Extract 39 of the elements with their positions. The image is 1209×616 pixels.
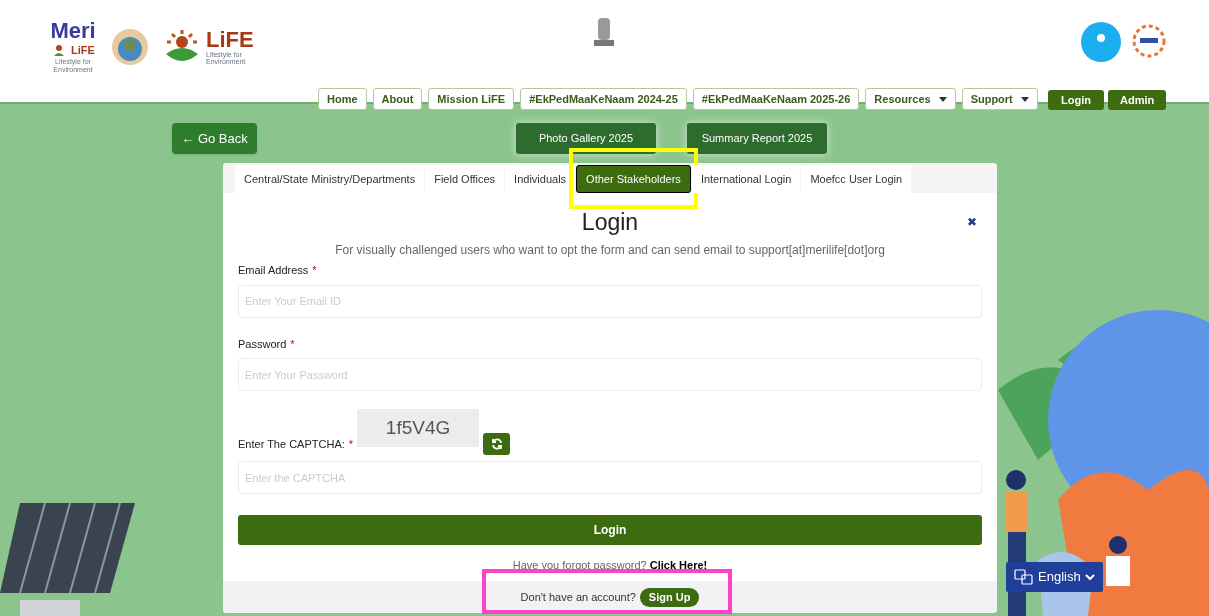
field-label: Email Address [238,263,309,278]
go-back-button[interactable]: ← Go Back [172,123,257,154]
login-tab[interactable]: Moefcc User Login [801,165,912,193]
login-tab[interactable]: Individuals [505,165,576,193]
nav-link[interactable]: Resources [865,88,956,110]
header-action-button[interactable]: Admin [1108,90,1167,110]
header-action-button[interactable]: Login [1048,90,1104,110]
unicef-logo-icon [1081,22,1121,62]
nav-link[interactable]: Mission LiFE [428,88,515,110]
refresh-button[interactable] [483,433,511,455]
required-mark: * [348,436,354,452]
field-label: Enter The CAPTCHA: [238,436,345,452]
nav-link[interactable]: Home [318,88,367,110]
login-title: Login [581,208,639,237]
nav-link[interactable]: #EkPedMaaKeNaam 2024-25 [520,88,687,110]
login-tab[interactable]: International Login [691,165,801,193]
required-mark: * [312,263,317,278]
signup-prompt: Don't have an account? [520,589,636,605]
sign-up-button[interactable]: Sign Up [639,587,700,607]
login-tab[interactable]: Field Offices [425,165,505,193]
accessibility-note: For visually challenged users who want to opt the form and can send email to support[at]merilife[dot]org [334,242,886,259]
language-selector[interactable]: English [1006,562,1103,592]
field-label: Password [238,336,287,352]
report-button[interactable]: Summary Report 2025 [687,123,827,154]
translate-icon [1014,569,1034,585]
report-button[interactable]: Photo Gallery 2025 [516,123,656,154]
emblem-logo-icon [110,27,150,67]
ring-logo-icon [1130,22,1168,60]
login-tab[interactable]: Other Stakeholders [576,165,691,193]
login-button[interactable]: Login [238,515,982,545]
life-logo-text: LiFE [206,29,255,51]
nav-link[interactable]: Support [961,88,1038,110]
captcha-image: 1f5V4G [357,409,480,447]
chevron-down-icon [1084,573,1095,581]
nav-link[interactable]: About [372,88,423,110]
login-tab[interactable]: Central/State Ministry/Departments [235,165,425,193]
refresh-icon [490,438,503,450]
required-mark: * [290,336,295,352]
nav-link[interactable]: #EkPedMaaKeNaam 2025-26 [692,88,860,110]
